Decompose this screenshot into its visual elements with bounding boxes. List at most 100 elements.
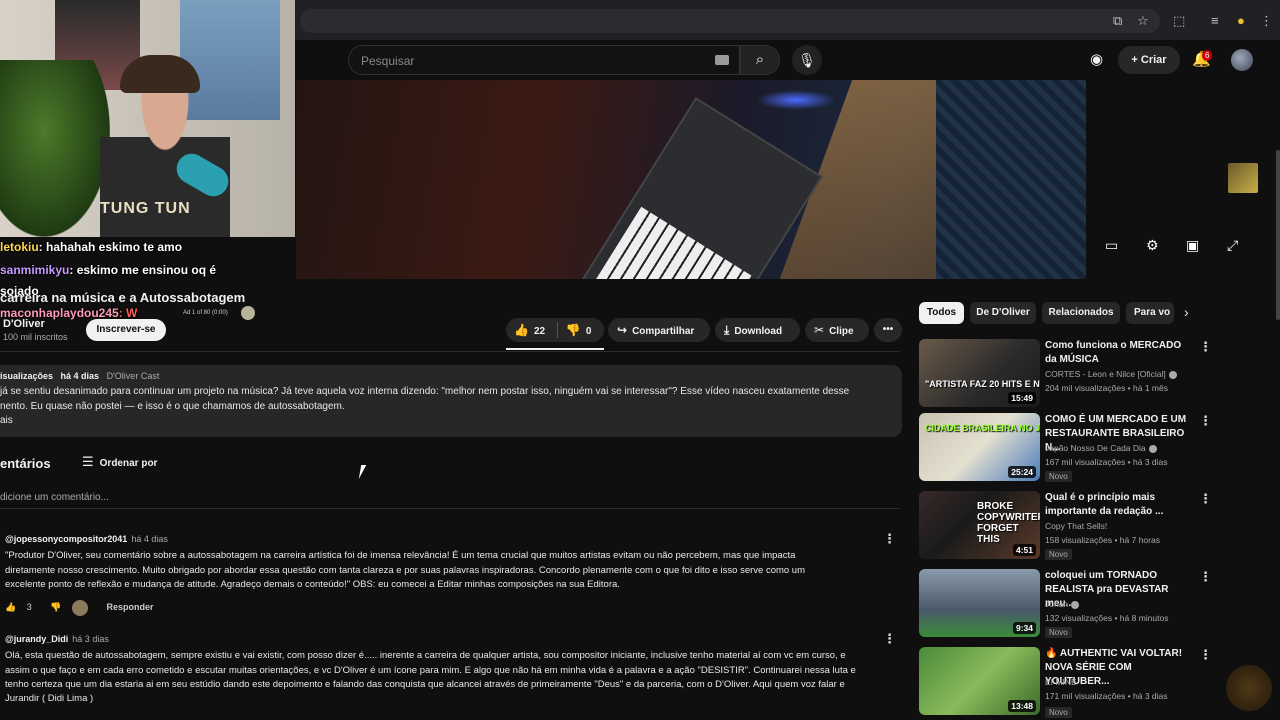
- more-actions-button[interactable]: •••: [874, 318, 902, 342]
- download-button[interactable]: ⤓ Download: [715, 318, 800, 342]
- comment-text: Jurandir ( Didi Lima ): [5, 693, 94, 704]
- comment-text: Olá, esta questão de autossabotagem, sem…: [5, 650, 846, 661]
- chip-todos[interactable]: Todos: [919, 302, 964, 324]
- channel-name[interactable]: Japão Nosso De Cada Dia: [1045, 443, 1157, 453]
- chat-message: letokiu: hahahah eskimo te amo: [0, 240, 182, 254]
- like-count: 22: [533, 326, 546, 337]
- more-menu-icon[interactable]: ⋮: [1199, 339, 1212, 355]
- media-control-icon[interactable]: ≡: [1211, 13, 1219, 29]
- channel-name[interactable]: Copy That Sells!: [1045, 521, 1107, 531]
- like-button[interactable]: 👍 22: [514, 323, 546, 337]
- new-badge: Novo: [1045, 549, 1072, 560]
- video-thumbnail[interactable]: BROKE COPYWRITERS FORGET THIS 4:51: [919, 491, 1040, 559]
- channel-name[interactable]: EI MINE: [1045, 677, 1077, 687]
- video-player[interactable]: [296, 80, 1086, 279]
- sort-button[interactable]: ☰ Ordenar por: [82, 454, 157, 470]
- comment-dislike-button[interactable]: 👎: [50, 602, 61, 612]
- share-button[interactable]: ↪ Compartilhar: [608, 318, 710, 342]
- miniplayer-icon[interactable]: ▣: [1186, 236, 1199, 254]
- keyboard-icon[interactable]: [715, 55, 729, 65]
- scissors-icon: ✂: [814, 323, 825, 337]
- comment-author[interactable]: @jopessonycompositor2041 há 4 dias: [5, 534, 168, 544]
- video-thumbnail[interactable]: 13:48: [919, 647, 1040, 715]
- bookmark-star-icon[interactable]: ☆: [1137, 13, 1149, 29]
- new-badge: Novo: [1045, 627, 1072, 638]
- duration-badge: 4:51: [1012, 544, 1036, 556]
- recommendation-item[interactable]: 13:48 🔥 AUTHENTIC VAI VOLTAR! NOVA SÉRIE…: [919, 647, 1219, 718]
- dislike-button[interactable]: 👎 0: [566, 323, 592, 337]
- sort-label: Ordenar por: [99, 458, 158, 469]
- description-more[interactable]: ais: [0, 415, 13, 426]
- subtitles-icon[interactable]: ▭: [1105, 236, 1118, 254]
- comment-text: excelente ponto de reflexão e mudança de…: [5, 579, 620, 590]
- comment-like-count: 3: [26, 602, 32, 613]
- page-scrollbar[interactable]: [1276, 150, 1280, 320]
- chat-message: sanmimikyu: eskimo me ensinou oq é: [0, 263, 216, 277]
- recommendation-item[interactable]: CIDADE BRASILEIRA NO JAPÃO 25:24 COMO É …: [919, 413, 1219, 483]
- voice-search-button[interactable]: 🎙: [792, 45, 822, 75]
- eye-icon[interactable]: ◉: [1090, 49, 1103, 71]
- comment-like-button[interactable]: 👍 3: [5, 602, 40, 612]
- chip-relacionados[interactable]: Relacionados: [1042, 302, 1120, 324]
- recommendation-item[interactable]: 9:34 coloquei um TORNADO REALISTA pra DE…: [919, 569, 1219, 639]
- reply-button[interactable]: Responder: [107, 602, 154, 612]
- chat-username: sanmimikyu: [0, 263, 70, 277]
- channel-name[interactable]: CORTES - Leon e Nilce [Oficial]: [1045, 369, 1177, 379]
- new-badge: Novo: [1045, 707, 1072, 718]
- comment-menu-icon[interactable]: ⋮: [883, 531, 896, 547]
- description-line: nento. Eu quase não postei — e isso é o …: [0, 401, 345, 412]
- author-handle[interactable]: @jopessonycompositor2041: [5, 534, 127, 544]
- comments-heading: entários: [0, 456, 51, 471]
- recommendation-item[interactable]: BROKE COPYWRITERS FORGET THIS 4:51 Qual …: [919, 491, 1219, 561]
- view-count: isualizações: [0, 371, 54, 381]
- video-thumbnail[interactable]: CIDADE BRASILEIRA NO JAPÃO 25:24: [919, 413, 1040, 481]
- video-thumbnail[interactable]: "ARTISTA FAZ 20 HITS E NINGUÉM SABE Q...…: [919, 339, 1040, 407]
- more-menu-icon[interactable]: ⋮: [1199, 647, 1212, 663]
- create-label: Criar: [1140, 54, 1167, 66]
- fullscreen-icon[interactable]: ⤢: [1227, 236, 1238, 254]
- video-title[interactable]: Como funciona o MERCADO da MÚSICA: [1045, 339, 1195, 367]
- video-frame-led: [756, 90, 836, 110]
- stream-logo-watermark: [1226, 665, 1272, 711]
- channel-name[interactable]: Johan: [1045, 599, 1080, 609]
- browser-menu-icon[interactable]: ⋮: [1260, 13, 1273, 29]
- more-menu-icon[interactable]: ⋮: [1199, 569, 1212, 585]
- extensions-icon[interactable]: ⬚: [1173, 13, 1185, 29]
- comment-author[interactable]: @jurandy_Didi há 3 dias: [5, 634, 109, 644]
- clip-button[interactable]: ✂ Clipe: [805, 318, 869, 342]
- description-tag[interactable]: D'Oliver Cast: [107, 371, 160, 381]
- author-handle[interactable]: @jurandy_Didi: [5, 634, 68, 644]
- add-comment-input[interactable]: dicione um comentário...: [0, 492, 109, 503]
- recommendation-item[interactable]: "ARTISTA FAZ 20 HITS E NINGUÉM SABE Q...…: [919, 339, 1219, 409]
- video-title[interactable]: Qual é o princípio mais importante da re…: [1045, 491, 1195, 519]
- more-menu-icon[interactable]: ⋮: [1199, 413, 1212, 429]
- search-button[interactable]: ⌕: [740, 45, 780, 75]
- download-label: Download: [734, 326, 783, 337]
- install-icon[interactable]: ⧉: [1113, 13, 1122, 29]
- share-label: Compartilhar: [632, 326, 695, 337]
- settings-gear-icon[interactable]: ⚙: [1146, 236, 1159, 254]
- video-thumbnail[interactable]: 9:34: [919, 569, 1040, 637]
- chevron-right-icon[interactable]: ›: [1184, 304, 1189, 320]
- more-menu-icon[interactable]: ⋮: [1199, 491, 1212, 507]
- search-icon: ⌕: [755, 51, 765, 68]
- channel-watermark[interactable]: [1228, 163, 1258, 193]
- account-avatar[interactable]: [1231, 49, 1253, 71]
- channel-label: EI MINE: [1045, 677, 1077, 687]
- chip-para-voce[interactable]: Para vo: [1126, 302, 1174, 324]
- new-badge: Novo: [1045, 471, 1072, 482]
- microphone-icon: 🎙: [798, 52, 816, 68]
- chip-de-doliver[interactable]: De D'Oliver: [970, 302, 1036, 324]
- profile-icon[interactable]: ●: [1237, 13, 1245, 29]
- comment-text: "Produtor D'Oliver, seu comentário sobre…: [5, 550, 796, 561]
- video-meta: 132 visualizações • há 8 minutos: [1045, 613, 1169, 623]
- search-input[interactable]: Pesquisar: [348, 45, 740, 75]
- dislike-count: 0: [585, 326, 592, 337]
- subscribe-button[interactable]: Inscrever-se: [86, 319, 166, 341]
- address-bar[interactable]: [300, 9, 1160, 33]
- comment-menu-icon[interactable]: ⋮: [883, 631, 896, 647]
- chat-text: : hahahah eskimo te amo: [38, 240, 183, 254]
- subscriber-count: 100 mil inscritos: [3, 332, 68, 342]
- create-button[interactable]: + Criar: [1118, 46, 1180, 74]
- channel-name[interactable]: D'Oliver: [3, 318, 45, 330]
